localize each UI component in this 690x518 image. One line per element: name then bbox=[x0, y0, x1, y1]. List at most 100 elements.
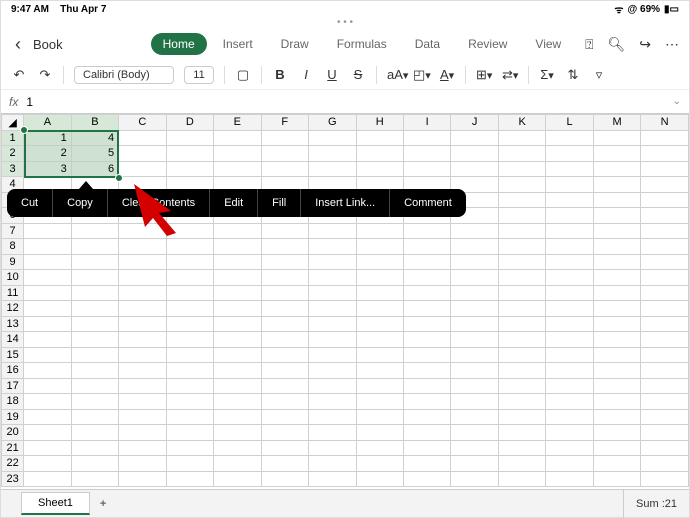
battery-percent: @ 69% bbox=[628, 4, 661, 15]
status-sum: Sum :21 bbox=[623, 490, 689, 518]
cell[interactable]: 3 bbox=[24, 161, 71, 177]
fill-color-icon[interactable]: ◰▾ bbox=[413, 67, 429, 83]
row-header[interactable]: 22 bbox=[2, 456, 24, 472]
ctx-comment[interactable]: Comment bbox=[390, 189, 466, 217]
row-header[interactable]: 19 bbox=[2, 409, 24, 425]
ribbon-tabs: Home Insert Draw Formulas Data Review Vi… bbox=[151, 33, 577, 55]
col-header[interactable]: G bbox=[309, 115, 356, 131]
context-menu-tail bbox=[79, 181, 93, 189]
search-icon[interactable]: 🔍︎ bbox=[607, 36, 625, 53]
col-header[interactable]: C bbox=[119, 115, 166, 131]
row-header[interactable]: 21 bbox=[2, 440, 24, 456]
row-header[interactable]: 17 bbox=[2, 378, 24, 394]
cell[interactable]: 6 bbox=[71, 161, 118, 177]
tab-insert[interactable]: Insert bbox=[211, 33, 265, 55]
ctx-link[interactable]: Insert Link... bbox=[301, 189, 390, 217]
col-header[interactable]: K bbox=[498, 115, 545, 131]
col-header[interactable]: E bbox=[214, 115, 261, 131]
col-header[interactable]: B bbox=[71, 115, 118, 131]
row-header[interactable]: 3 bbox=[2, 161, 24, 177]
back-icon[interactable]: ‹ bbox=[11, 34, 25, 55]
tab-formulas[interactable]: Formulas bbox=[325, 33, 399, 55]
sheet-tab[interactable]: Sheet1 bbox=[21, 492, 90, 515]
filter-icon[interactable]: ▿ bbox=[591, 67, 607, 83]
document-title[interactable]: Book bbox=[33, 37, 63, 52]
col-header[interactable]: F bbox=[261, 115, 308, 131]
status-bar: 9:47 AM Thu Apr 7 ᯤ @ 69% ▮▭ bbox=[1, 1, 689, 17]
col-header[interactable]: A bbox=[24, 115, 71, 131]
ctx-cut[interactable]: Cut bbox=[7, 189, 53, 217]
cell[interactable]: 2 bbox=[24, 146, 71, 162]
row-header[interactable]: 18 bbox=[2, 394, 24, 410]
tab-data[interactable]: Data bbox=[403, 33, 452, 55]
sort-icon[interactable]: ⇅ bbox=[565, 67, 581, 83]
row-header[interactable]: 16 bbox=[2, 363, 24, 379]
ctx-clear[interactable]: Clear Contents bbox=[108, 189, 210, 217]
tab-review[interactable]: Review bbox=[456, 33, 519, 55]
sheet-bar: Sheet1 + Sum :21 bbox=[1, 489, 689, 517]
ctx-edit[interactable]: Edit bbox=[210, 189, 258, 217]
share-icon[interactable]: ↪ bbox=[639, 36, 651, 53]
spreadsheet-grid[interactable]: ◢ A B C D E F G H I J K L M N 114 225 33… bbox=[1, 114, 689, 494]
ctx-copy[interactable]: Copy bbox=[53, 189, 108, 217]
undo-icon[interactable]: ↶ bbox=[11, 67, 27, 83]
col-header[interactable]: H bbox=[356, 115, 403, 131]
row-header[interactable]: 7 bbox=[2, 223, 24, 239]
row-header[interactable]: 1 bbox=[2, 130, 24, 146]
row-header[interactable]: 11 bbox=[2, 285, 24, 301]
row-header[interactable]: 13 bbox=[2, 316, 24, 332]
drag-handle-dots: • • • bbox=[1, 17, 689, 28]
add-sheet-button[interactable]: + bbox=[90, 494, 116, 514]
font-name-select[interactable]: Calibri (Body) bbox=[74, 66, 174, 84]
col-header[interactable]: L bbox=[546, 115, 593, 131]
formula-value[interactable]: 1 bbox=[26, 95, 672, 109]
col-header[interactable]: I bbox=[403, 115, 450, 131]
row-header[interactable]: 9 bbox=[2, 254, 24, 270]
autosum-icon[interactable]: Σ▾ bbox=[539, 67, 555, 82]
select-all-corner[interactable]: ◢ bbox=[2, 115, 24, 131]
cell[interactable] bbox=[119, 130, 166, 146]
formula-expand-icon[interactable]: ⌄ bbox=[673, 96, 681, 107]
formula-bar[interactable]: fx 1 ⌄ bbox=[1, 90, 689, 114]
cell[interactable]: 1 bbox=[24, 130, 71, 146]
underline-icon[interactable]: U bbox=[324, 67, 340, 82]
row-header[interactable]: 10 bbox=[2, 270, 24, 286]
context-menu: Cut Copy Clear Contents Edit Fill Insert… bbox=[7, 189, 466, 217]
wifi-icon: ᯤ bbox=[614, 2, 623, 16]
font-format-icon[interactable]: aA▾ bbox=[387, 67, 403, 82]
lightbulb-icon[interactable]: ⍰ bbox=[585, 36, 593, 53]
battery-icon: ▮▭ bbox=[664, 4, 679, 15]
font-color-icon[interactable]: A▾ bbox=[439, 67, 455, 82]
row-header[interactable]: 12 bbox=[2, 301, 24, 317]
tab-draw[interactable]: Draw bbox=[269, 33, 321, 55]
row-header[interactable]: 20 bbox=[2, 425, 24, 441]
tab-view[interactable]: View bbox=[523, 33, 573, 55]
ribbon: ↶ ↷ Calibri (Body) 11 ▢ B I U S aA▾ ◰▾ A… bbox=[1, 60, 689, 90]
bold-icon[interactable]: B bbox=[272, 67, 288, 82]
row-header[interactable]: 8 bbox=[2, 239, 24, 255]
cell[interactable]: 5 bbox=[71, 146, 118, 162]
col-header[interactable]: M bbox=[593, 115, 640, 131]
ctx-fill[interactable]: Fill bbox=[258, 189, 301, 217]
header-bar: ‹ Book Home Insert Draw Formulas Data Re… bbox=[1, 28, 689, 60]
tab-home[interactable]: Home bbox=[151, 33, 207, 55]
cell-style-icon[interactable]: ▢ bbox=[235, 67, 251, 83]
col-header[interactable]: N bbox=[641, 115, 689, 131]
font-size-select[interactable]: 11 bbox=[184, 66, 214, 84]
merge-icon[interactable]: ⇄▾ bbox=[502, 67, 518, 83]
row-header[interactable]: 2 bbox=[2, 146, 24, 162]
row-header[interactable]: 14 bbox=[2, 332, 24, 348]
italic-icon[interactable]: I bbox=[298, 67, 314, 82]
row-header[interactable]: 15 bbox=[2, 347, 24, 363]
status-date: Thu Apr 7 bbox=[60, 4, 106, 15]
redo-icon[interactable]: ↷ bbox=[37, 67, 53, 83]
more-icon[interactable]: ⋯ bbox=[665, 36, 679, 53]
row-header[interactable]: 23 bbox=[2, 471, 24, 487]
col-header[interactable]: J bbox=[451, 115, 498, 131]
cell[interactable]: 4 bbox=[71, 130, 118, 146]
strikethrough-icon[interactable]: S bbox=[350, 67, 366, 82]
col-header[interactable]: D bbox=[166, 115, 213, 131]
border-icon[interactable]: ⊞▾ bbox=[476, 67, 492, 83]
status-time: 9:47 AM bbox=[11, 4, 49, 15]
fx-label: fx bbox=[9, 95, 18, 109]
